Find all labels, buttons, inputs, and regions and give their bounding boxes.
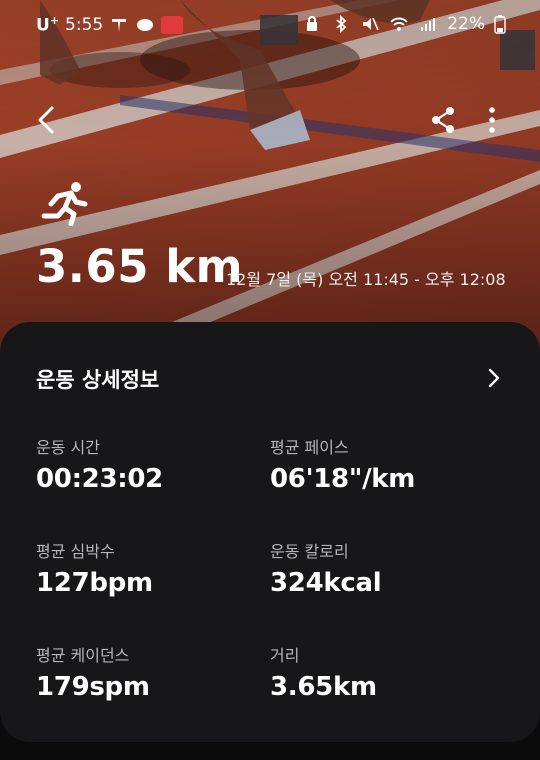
metric-distance: 거리 3.65km xyxy=(270,642,490,702)
metric-workout-time: 운동 시간 00:23:02 xyxy=(36,434,256,494)
share-button[interactable] xyxy=(424,100,464,140)
distance-value: 3.65 km xyxy=(36,240,244,293)
share-icon xyxy=(432,107,454,133)
status-bar: U+ 5:55 22% xyxy=(0,14,540,42)
workout-datetime: 12월 7일 (목) 오전 11:45 - 오후 12:08 xyxy=(226,270,506,289)
metric-value: 06'18"/km xyxy=(270,464,416,494)
signal-icon xyxy=(421,18,436,31)
battery-percent: 22% xyxy=(447,14,485,34)
chevron-left-icon xyxy=(38,106,54,134)
chevron-right-icon xyxy=(488,368,500,388)
status-time: 5:55 xyxy=(65,14,104,35)
metric-value: 324kcal xyxy=(270,568,382,598)
back-button[interactable] xyxy=(28,100,68,140)
metric-value: 00:23:02 xyxy=(36,464,163,494)
metric-average-pace: 평균 페이스 06'18"/km xyxy=(270,434,490,494)
metric-average-cadence: 평균 케이던스 179spm xyxy=(36,642,256,702)
more-vert-icon xyxy=(489,107,495,133)
metric-average-heart-rate: 평균 심박수 127bpm xyxy=(36,538,256,598)
app-badge-icon xyxy=(161,15,184,34)
running-icon xyxy=(41,182,88,226)
card-title: 운동 상세정보 xyxy=(36,368,160,392)
metric-label: 운동 칼로리 xyxy=(270,542,349,561)
metric-label: 운동 시간 xyxy=(36,438,100,457)
lock-status-icon xyxy=(307,16,318,31)
workout-detail-card: 운동 상세정보 운동 시간 00:23:02 평균 페이스 06'18"/km … xyxy=(0,322,540,742)
metric-value: 3.65km xyxy=(270,672,377,702)
battery-icon xyxy=(494,15,506,34)
mute-icon xyxy=(363,17,379,31)
metric-calories: 운동 칼로리 324kcal xyxy=(270,538,490,598)
metric-label: 평균 페이스 xyxy=(270,438,349,457)
chat-notification-icon xyxy=(137,18,154,31)
metric-value: 127bpm xyxy=(36,568,153,598)
workout-detail-header[interactable]: 운동 상세정보 xyxy=(36,364,506,396)
app-notification-icon xyxy=(112,18,127,32)
metric-label: 평균 심박수 xyxy=(36,542,115,561)
metric-label: 거리 xyxy=(270,646,300,665)
metric-value: 179spm xyxy=(36,672,150,702)
wifi-icon xyxy=(390,17,408,31)
metric-label: 평균 케이던스 xyxy=(36,646,130,665)
more-options-button[interactable] xyxy=(472,100,512,140)
carrier-label: U+ xyxy=(36,14,60,36)
bluetooth-icon xyxy=(336,14,347,34)
